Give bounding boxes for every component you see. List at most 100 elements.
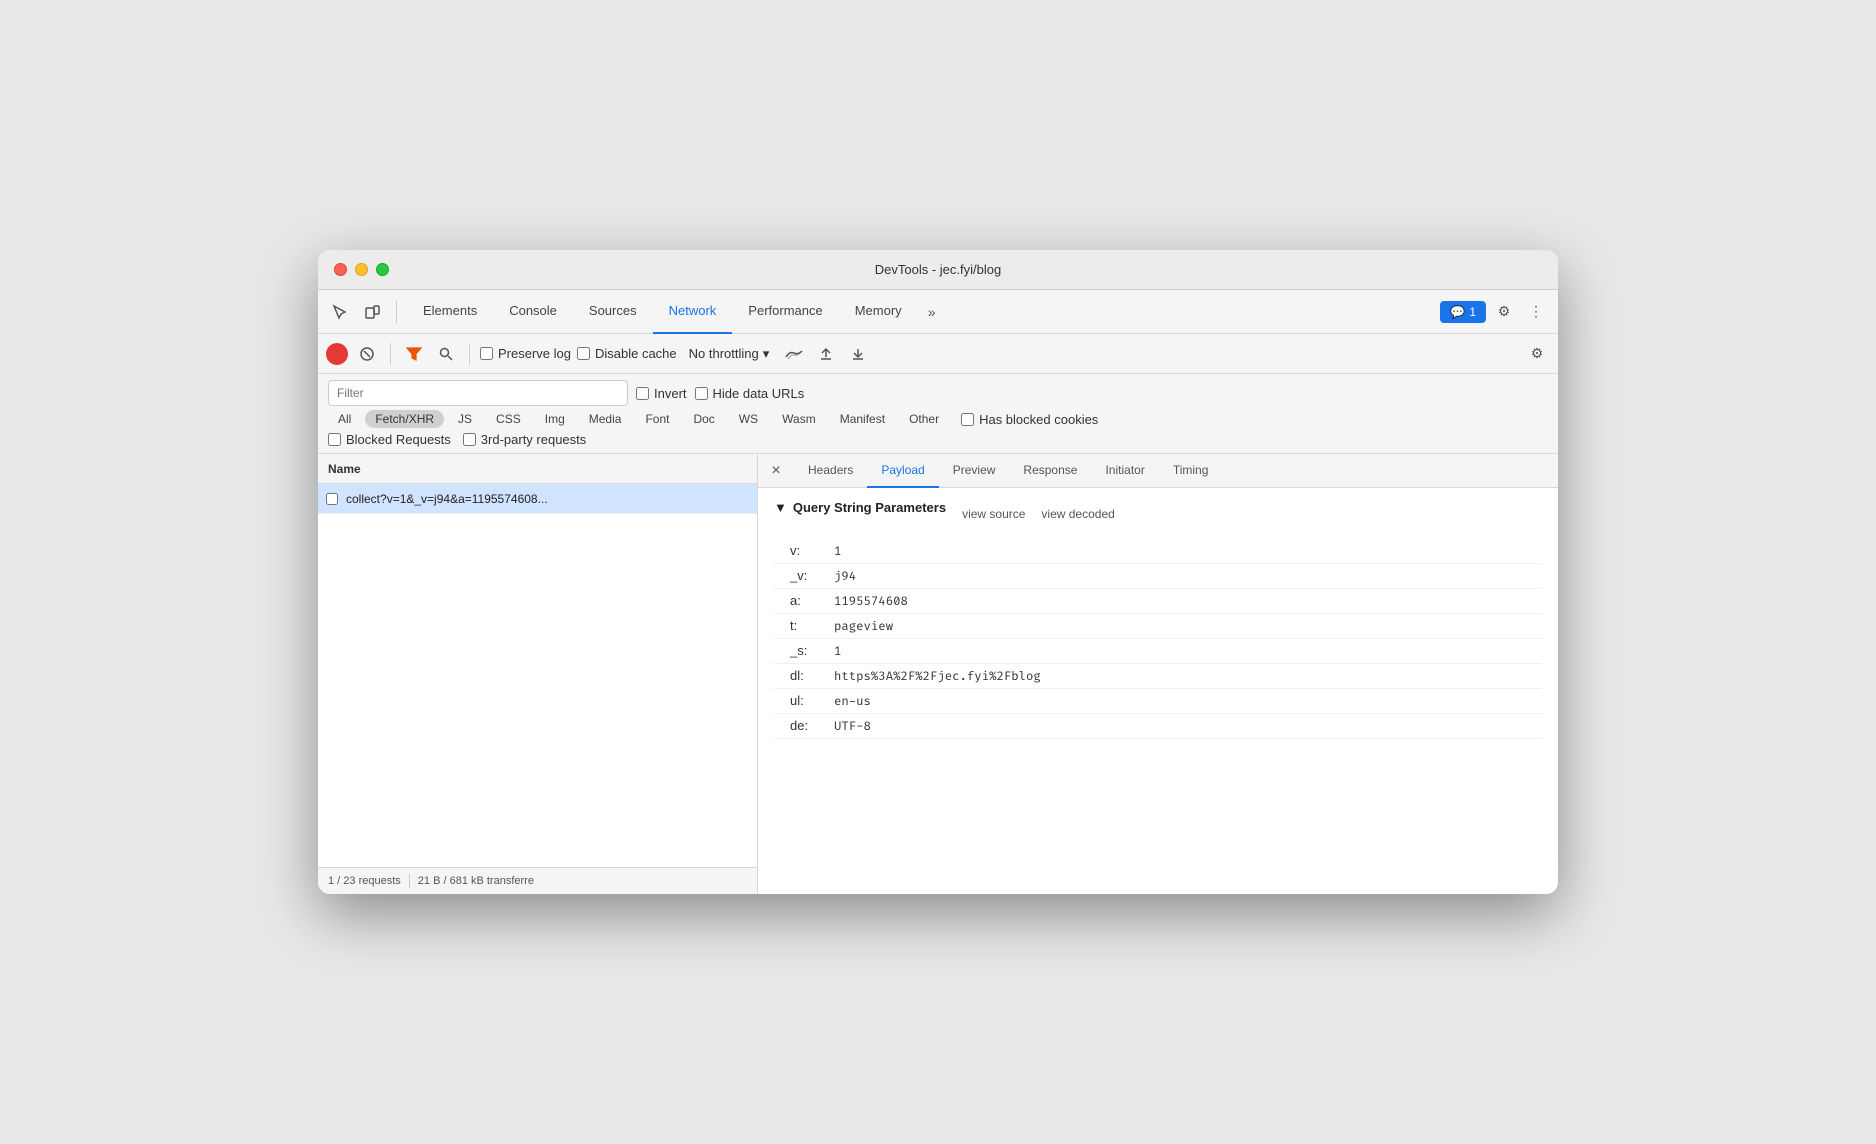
chip-doc[interactable]: Doc — [683, 410, 724, 428]
detail-tab-preview[interactable]: Preview — [939, 454, 1010, 488]
tab-network[interactable]: Network — [653, 290, 733, 334]
device-toggle-button[interactable] — [358, 298, 386, 326]
has-blocked-cookies-checkbox[interactable] — [961, 413, 974, 426]
requests-list: collect?v=1&_v=j94&a=1195574608... — [318, 484, 757, 867]
param-_s: _s: 1 — [774, 639, 1542, 664]
chip-manifest[interactable]: Manifest — [830, 410, 895, 428]
throttle-select[interactable]: No throttling ▾ — [683, 344, 776, 364]
blocked-requests-checkbox[interactable] — [328, 433, 341, 446]
chip-js[interactable]: JS — [448, 410, 482, 428]
param-de: de: UTF-8 — [774, 714, 1542, 739]
filter-chips-row: All Fetch/XHR JS CSS Img Media Font Doc … — [328, 410, 1548, 428]
payload-params-list: v: 1 _v: j94 a: 1195574608 t: pageview — [774, 539, 1542, 739]
view-source-link[interactable]: view source — [962, 507, 1025, 521]
tab-performance[interactable]: Performance — [732, 290, 838, 334]
query-string-title: ▼ Query String Parameters — [774, 500, 946, 515]
param-v: v: 1 — [774, 539, 1542, 564]
param-key-de: de: — [790, 718, 830, 733]
has-blocked-cookies-label[interactable]: Has blocked cookies — [961, 412, 1098, 427]
chip-img[interactable]: Img — [535, 410, 575, 428]
nav-tabs: Elements Console Sources Network Perform… — [407, 290, 1436, 334]
filter-icon-button[interactable] — [401, 341, 427, 367]
chip-ws[interactable]: WS — [729, 410, 768, 428]
clear-button[interactable] — [354, 341, 380, 367]
filter-row-3: Blocked Requests 3rd-party requests — [328, 432, 1548, 447]
detail-tab-response[interactable]: Response — [1009, 454, 1091, 488]
request-row[interactable]: collect?v=1&_v=j94&a=1195574608... — [318, 484, 757, 514]
hide-data-urls-checkbox[interactable] — [695, 387, 708, 400]
tab-console[interactable]: Console — [493, 290, 573, 334]
network-settings-button[interactable]: ⚙ — [1524, 341, 1550, 367]
param-key-v: v: — [790, 543, 830, 558]
detail-tab-initiator[interactable]: Initiator — [1091, 454, 1158, 488]
disable-cache-checkbox[interactable] — [577, 347, 590, 360]
detail-tab-timing[interactable]: Timing — [1159, 454, 1223, 488]
requests-panel: Name collect?v=1&_v=j94&a=1195574608... … — [318, 454, 758, 894]
status-separator — [409, 874, 410, 888]
inspect-element-button[interactable] — [326, 298, 354, 326]
detail-content: ▼ Query String Parameters view source vi… — [758, 488, 1558, 894]
network-toolbar: Preserve log Disable cache No throttling… — [318, 334, 1558, 374]
param-key-ul: ul: — [790, 693, 830, 708]
requests-header: Name — [318, 454, 757, 484]
close-detail-button[interactable]: × — [762, 457, 790, 485]
param-value-v: 1 — [834, 544, 841, 559]
customize-button[interactable]: ⋮ — [1522, 298, 1550, 326]
collapse-icon[interactable]: ▼ — [774, 500, 787, 515]
param-key-a: a: — [790, 593, 830, 608]
settings-icon: ⚙ — [1531, 345, 1544, 362]
chip-fetch-xhr[interactable]: Fetch/XHR — [365, 410, 444, 428]
param-_v: _v: j94 — [774, 564, 1542, 589]
param-dl: dl: https%3A%2F%2Fjec.fyi%2Fblog — [774, 664, 1542, 689]
traffic-lights — [334, 263, 389, 276]
tab-sources[interactable]: Sources — [573, 290, 653, 334]
param-value-_s: 1 — [834, 644, 841, 659]
chip-all[interactable]: All — [328, 410, 361, 428]
param-a: a: 1195574608 — [774, 589, 1542, 614]
chip-wasm[interactable]: Wasm — [772, 410, 826, 428]
preserve-log-checkbox[interactable] — [480, 347, 493, 360]
disable-cache-label[interactable]: Disable cache — [577, 346, 677, 361]
hide-data-urls-label[interactable]: Hide data URLs — [695, 386, 805, 401]
request-checkbox[interactable] — [326, 493, 338, 505]
tab-elements[interactable]: Elements — [407, 290, 493, 334]
import-button[interactable] — [813, 341, 839, 367]
param-value-t: pageview — [834, 619, 893, 634]
invert-checkbox[interactable] — [636, 387, 649, 400]
detail-panel: × Headers Payload Preview Response Initi… — [758, 454, 1558, 894]
search-button[interactable] — [433, 341, 459, 367]
more-tabs-button[interactable]: » — [918, 298, 946, 326]
requests-status: 1 / 23 requests 21 B / 681 kB transferre — [318, 867, 757, 894]
param-value-ul: en-us — [834, 694, 871, 709]
export-button[interactable] — [845, 341, 871, 367]
maximize-button[interactable] — [376, 263, 389, 276]
messages-badge-button[interactable]: 💬 1 — [1440, 301, 1486, 323]
chip-media[interactable]: Media — [579, 410, 632, 428]
request-name: collect?v=1&_v=j94&a=1195574608... — [346, 492, 548, 506]
record-button[interactable] — [326, 343, 348, 365]
third-party-checkbox[interactable] — [463, 433, 476, 446]
view-decoded-link[interactable]: view decoded — [1041, 507, 1114, 521]
param-key-_v: _v: — [790, 568, 830, 583]
chip-css[interactable]: CSS — [486, 410, 531, 428]
tab-memory[interactable]: Memory — [839, 290, 918, 334]
minimize-button[interactable] — [355, 263, 368, 276]
chip-font[interactable]: Font — [635, 410, 679, 428]
chip-other[interactable]: Other — [899, 410, 949, 428]
payload-actions: view source view decoded — [962, 507, 1115, 521]
settings-button[interactable]: ⚙ — [1490, 298, 1518, 326]
invert-label[interactable]: Invert — [636, 386, 687, 401]
detail-tab-payload[interactable]: Payload — [867, 454, 938, 488]
param-ul: ul: en-us — [774, 689, 1542, 714]
network-conditions-button[interactable] — [781, 341, 807, 367]
blocked-requests-label[interactable]: Blocked Requests — [328, 432, 451, 447]
preserve-log-label[interactable]: Preserve log — [480, 346, 571, 361]
toolbar-right: 💬 1 ⚙ ⋮ — [1440, 298, 1550, 326]
param-key-dl: dl: — [790, 668, 830, 683]
close-button[interactable] — [334, 263, 347, 276]
detail-tab-headers[interactable]: Headers — [794, 454, 867, 488]
third-party-label[interactable]: 3rd-party requests — [463, 432, 587, 447]
filter-input[interactable] — [328, 380, 628, 406]
devtools-window: DevTools - jec.fyi/blog Elements Console… — [318, 250, 1558, 894]
param-value-de: UTF-8 — [834, 719, 871, 734]
